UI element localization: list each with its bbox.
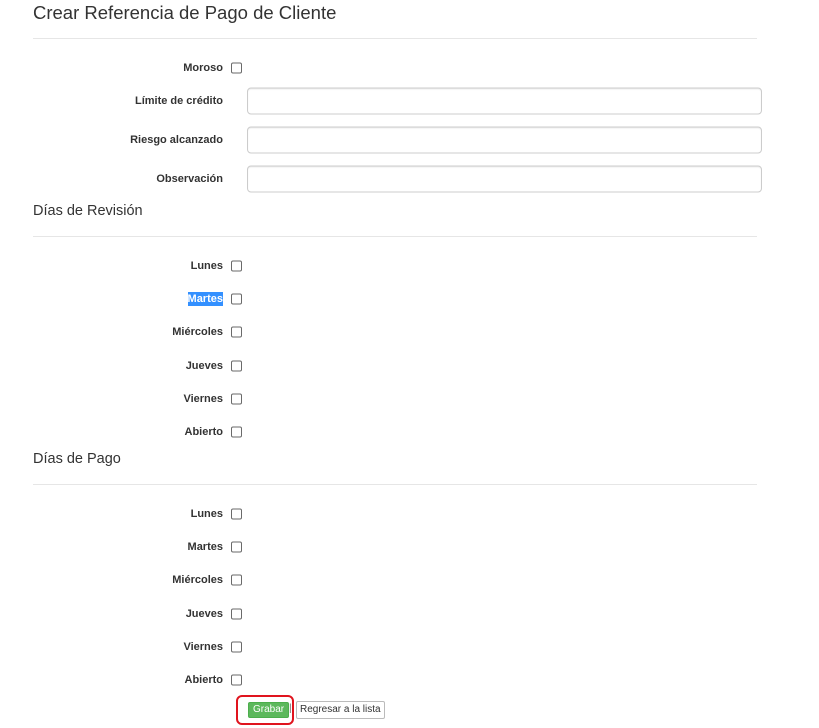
payment-section-title: Días de Pago (33, 451, 121, 467)
payment-day-label: Viernes (183, 641, 223, 653)
payment-day-label: Lunes (190, 508, 223, 520)
revision-divider (33, 236, 757, 237)
payment-day-label: Martes (187, 541, 223, 553)
revision-lunes-checkbox[interactable] (231, 260, 242, 272)
observation-label: Observación (156, 173, 223, 185)
payment-day-label: Miércoles (172, 574, 223, 586)
revision-day-label: Martes (187, 292, 223, 306)
revision-day-label: Abierto (184, 426, 224, 438)
credit-limit-label: Límite de crédito (134, 95, 223, 107)
risk-label: Riesgo alcanzado (130, 134, 223, 146)
revision-day-label: Jueves (185, 360, 223, 372)
revision-abierto-checkbox[interactable] (231, 426, 242, 438)
payment-divider (33, 484, 757, 485)
revision-jueves-checkbox[interactable] (231, 360, 242, 372)
moroso-checkbox[interactable] (231, 62, 242, 74)
payment-day-label: Jueves (185, 608, 223, 620)
revision-section-title: Días de Revisión (33, 203, 143, 219)
observation-input[interactable] (247, 165, 762, 193)
title-divider (33, 38, 757, 39)
credit-limit-input[interactable] (247, 87, 762, 115)
payment-lunes-checkbox[interactable] (231, 508, 242, 520)
back-to-list-button[interactable]: Regresar a la lista (296, 701, 385, 719)
revision-day-label: Lunes (190, 260, 223, 272)
page-title: Crear Referencia de Pago de Cliente (33, 2, 337, 23)
moroso-label: Moroso (183, 62, 223, 74)
revision-viernes-checkbox[interactable] (231, 393, 242, 405)
revision-miercoles-checkbox[interactable] (231, 326, 242, 338)
payment-martes-checkbox[interactable] (231, 541, 242, 553)
revision-day-label: Viernes (183, 393, 223, 405)
save-button-annotation-outline (236, 695, 294, 725)
payment-jueves-checkbox[interactable] (231, 608, 242, 620)
payment-miercoles-checkbox[interactable] (231, 574, 242, 586)
payment-day-label: Abierto (184, 674, 224, 686)
payment-abierto-checkbox[interactable] (231, 674, 242, 686)
revision-martes-checkbox[interactable] (231, 293, 242, 305)
revision-day-label: Miércoles (172, 326, 223, 338)
risk-input[interactable] (247, 126, 762, 154)
payment-viernes-checkbox[interactable] (231, 641, 242, 653)
